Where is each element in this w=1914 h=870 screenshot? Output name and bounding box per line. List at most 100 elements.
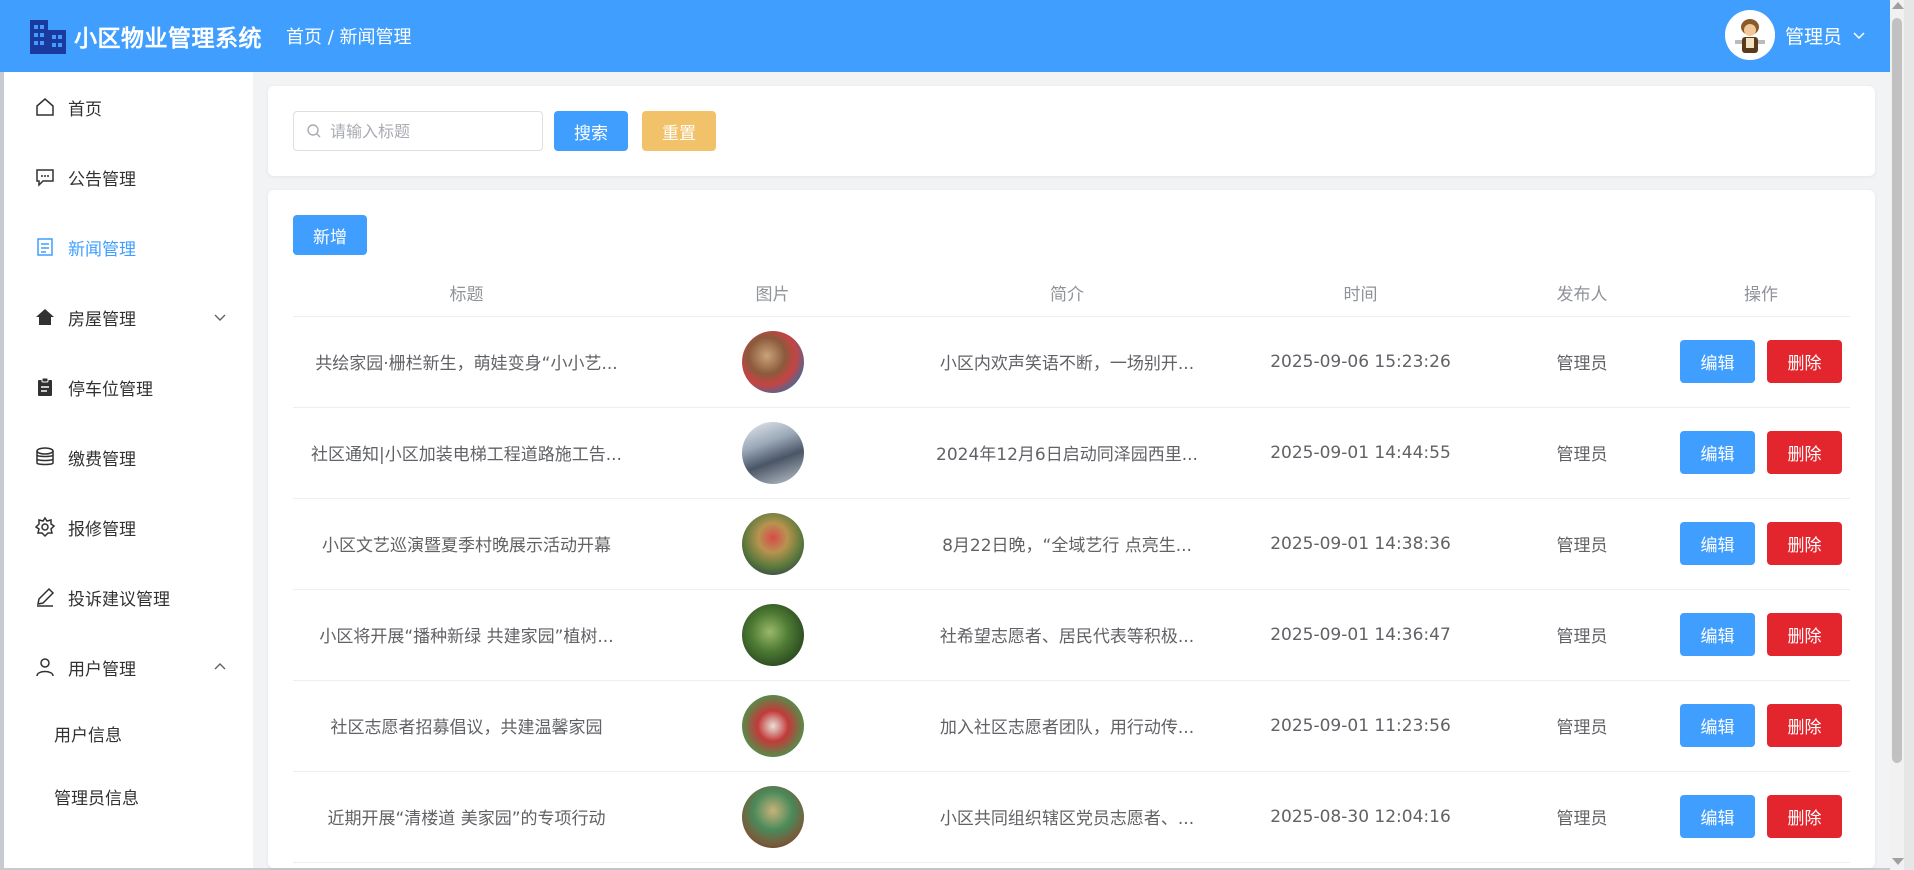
cell-author: 管理员 [1492, 407, 1672, 499]
news-thumbnail[interactable] [741, 785, 804, 848]
delete-button[interactable]: 删除 [1767, 613, 1842, 656]
cell-summary: 小区共同组织辖区党员志愿者、... [905, 771, 1229, 863]
edit-button[interactable]: 编辑 [1680, 613, 1755, 656]
sidebar-item-label: 公告管理 [68, 169, 136, 190]
cell-title: 小区将开展“播种新绿 共建家园”植树... [293, 589, 640, 681]
delete-button[interactable]: 删除 [1767, 522, 1842, 565]
add-button[interactable]: 新增 [293, 215, 367, 255]
edit-button[interactable]: 编辑 [1680, 704, 1755, 747]
search-icon [307, 124, 321, 138]
column-header-time: 时间 [1229, 270, 1492, 317]
clipboard-icon [38, 377, 52, 396]
edit-button[interactable]: 编辑 [1680, 340, 1755, 383]
cell-author: 管理员 [1492, 498, 1672, 590]
cell-time: 2025-08-30 12:04:16 [1229, 771, 1492, 863]
scroll-down-arrow[interactable] [1892, 858, 1904, 865]
sidebar-item-news[interactable]: 新闻管理 [4, 212, 253, 282]
edit-button[interactable]: 编辑 [1680, 795, 1755, 838]
sidebar-item-notice[interactable]: 公告管理 [4, 142, 253, 212]
cell-author: 管理员 [1492, 771, 1672, 863]
chevron-up-icon [214, 663, 226, 670]
table-row: 小区将开展“播种新绿 共建家园”植树... 社希望志愿者、居民代表等积极... … [293, 589, 1850, 681]
news-table: 标题 图片 简介 时间 发布人 操作 共绘家园·栅栏新生，萌娃变身“小小艺...… [293, 270, 1850, 863]
cell-summary: 社希望志愿者、居民代表等积极... [905, 589, 1229, 681]
search-button[interactable]: 搜索 [554, 111, 628, 151]
sidebar-subitem-user-info[interactable]: 用户信息 [4, 702, 253, 765]
window-edge [1904, 0, 1914, 870]
delete-button[interactable]: 删除 [1767, 795, 1842, 838]
cell-summary: 8月22日晚，“全域艺行 点亮生... [905, 498, 1229, 590]
search-input[interactable] [330, 121, 530, 141]
news-thumbnail[interactable] [741, 421, 804, 484]
cell-title: 共绘家园·栅栏新生，萌娃变身“小小艺... [293, 316, 640, 408]
news-thumbnail[interactable] [741, 603, 804, 666]
search-panel: 搜索 重置 [268, 86, 1875, 176]
news-thumbnail[interactable] [741, 512, 804, 575]
sidebar: 首页 公告管理 新闻管理 房屋管理 停车位管理 缴费管理 报修管理 投诉建议管理… [4, 72, 253, 868]
table-row: 社区志愿者招募倡议，共建温馨家园 加入社区志愿者团队，用行动传... 2025-… [293, 680, 1850, 772]
delete-button[interactable]: 删除 [1767, 431, 1842, 474]
chat-icon [36, 169, 54, 187]
sidebar-item-users[interactable]: 用户管理 [4, 632, 253, 702]
table-row: 共绘家园·栅栏新生，萌娃变身“小小艺... 小区内欢声笑语不断，一场别开... … [293, 316, 1850, 408]
chevron-down-icon [1853, 32, 1865, 40]
app-title: 小区物业管理系统 [74, 26, 262, 52]
delete-button[interactable]: 删除 [1767, 704, 1842, 747]
table-row: 社区通知|小区加装电梯工程道路施工告... 2024年12月6日启动同泽园西里.… [293, 407, 1850, 499]
app-logo: 小区物业管理系统 [28, 16, 262, 56]
cell-author: 管理员 [1492, 589, 1672, 681]
sidebar-item-payment[interactable]: 缴费管理 [4, 422, 253, 492]
sidebar-item-home[interactable]: 首页 [4, 72, 253, 142]
cell-author: 管理员 [1492, 316, 1672, 408]
sidebar-item-house[interactable]: 房屋管理 [4, 282, 253, 352]
cell-author: 管理员 [1492, 680, 1672, 772]
home-icon [36, 98, 54, 116]
user-icon [36, 658, 54, 677]
column-header-summary: 简介 [905, 270, 1229, 317]
sidebar-item-repair[interactable]: 报修管理 [4, 492, 253, 562]
sidebar-item-parking[interactable]: 停车位管理 [4, 352, 253, 422]
cell-title: 小区文艺巡演暨夏季村晚展示活动开幕 [293, 498, 640, 590]
column-header-image: 图片 [640, 270, 905, 317]
gear-icon [34, 516, 56, 538]
avatar [1724, 10, 1775, 60]
table-panel: 新增 标题 图片 简介 时间 发布人 操作 共绘家园·栅栏新生，萌娃变身“小小艺… [268, 190, 1875, 868]
building-icon [30, 20, 66, 54]
cell-summary: 加入社区志愿者团队，用行动传... [905, 680, 1229, 772]
sidebar-item-label: 停车位管理 [68, 379, 153, 400]
scrollbar-thumb[interactable] [1892, 18, 1902, 763]
main-content: 搜索 重置 新增 标题 图片 简介 时间 发布人 操作 共绘家园·栅栏新生，萌 [253, 72, 1890, 868]
top-header: 小区物业管理系统 首页 / 新闻管理 管理员 [0, 0, 1890, 72]
sidebar-item-complaint[interactable]: 投诉建议管理 [4, 562, 253, 632]
cell-time: 2025-09-01 11:23:56 [1229, 680, 1492, 772]
column-header-actions: 操作 [1672, 270, 1850, 317]
chevron-down-icon [214, 314, 226, 321]
document-icon [37, 238, 53, 256]
edit-button[interactable]: 编辑 [1680, 431, 1755, 474]
column-header-author: 发布人 [1492, 270, 1672, 317]
column-header-title: 标题 [293, 270, 640, 317]
sidebar-item-label: 用户管理 [68, 659, 136, 680]
breadcrumb: 首页 / 新闻管理 [286, 27, 412, 48]
cell-title: 社区通知|小区加装电梯工程道路施工告... [293, 407, 640, 499]
cell-time: 2025-09-01 14:36:47 [1229, 589, 1492, 681]
sidebar-item-label: 缴费管理 [68, 449, 136, 470]
news-thumbnail[interactable] [741, 694, 804, 757]
search-field[interactable] [293, 111, 543, 151]
table-row: 近期开展“清楼道 美家园”的专项行动 小区共同组织辖区党员志愿者、... 202… [293, 771, 1850, 863]
sidebar-item-label: 投诉建议管理 [68, 589, 170, 610]
delete-button[interactable]: 删除 [1767, 340, 1842, 383]
cell-time: 2025-09-01 14:38:36 [1229, 498, 1492, 590]
news-thumbnail[interactable] [741, 330, 804, 393]
cell-title: 社区志愿者招募倡议，共建温馨家园 [293, 680, 640, 772]
reset-button[interactable]: 重置 [642, 111, 716, 151]
edit-button[interactable]: 编辑 [1680, 522, 1755, 565]
sidebar-item-label: 首页 [68, 99, 102, 120]
cell-summary: 2024年12月6日启动同泽园西里... [905, 407, 1229, 499]
user-menu[interactable]: 管理员 [1724, 10, 1866, 60]
scroll-up-arrow[interactable] [1892, 2, 1904, 9]
user-name: 管理员 [1784, 25, 1842, 48]
cell-summary: 小区内欢声笑语不断，一场别开... [905, 316, 1229, 408]
sidebar-subitem-admin-info[interactable]: 管理员信息 [4, 765, 253, 828]
sidebar-item-label: 新闻管理 [68, 239, 136, 260]
